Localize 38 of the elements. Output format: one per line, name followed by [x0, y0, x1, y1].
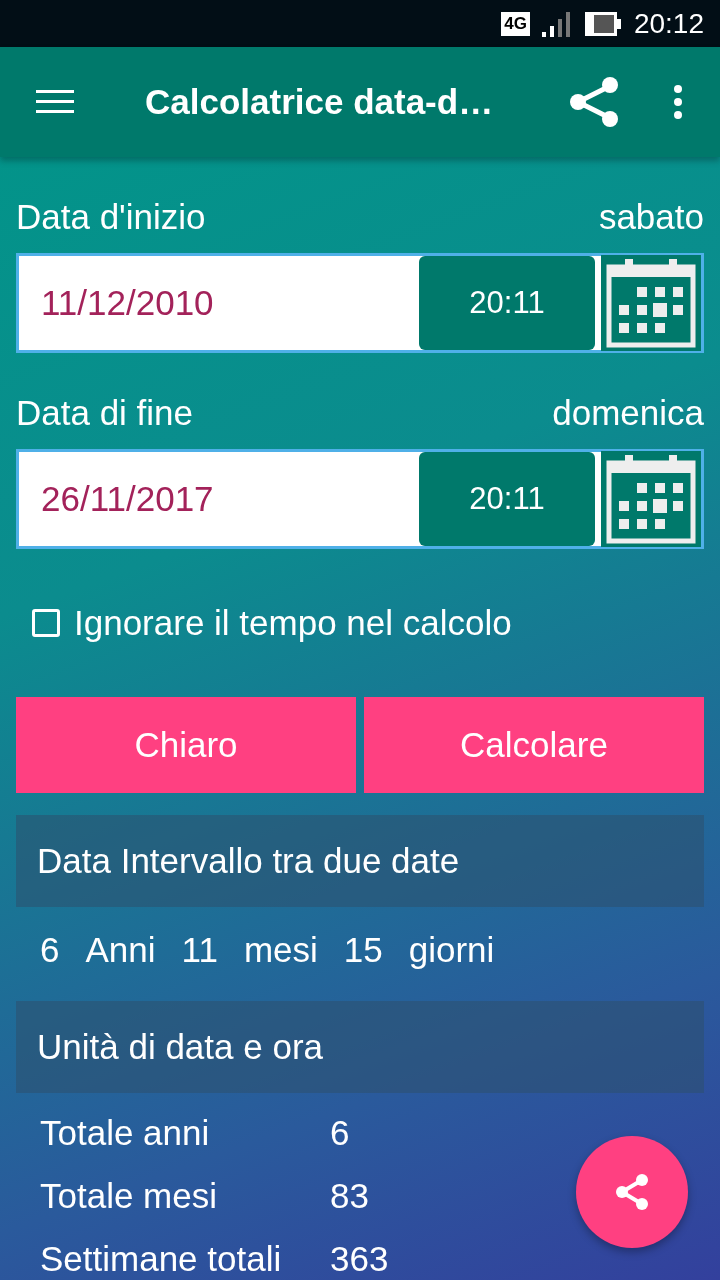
share-fab[interactable] [576, 1136, 688, 1248]
interval-text: 15 [343, 930, 383, 970]
checkbox-label[interactable]: Ignorare il tempo nel calcolo [74, 603, 512, 643]
clear-button[interactable]: Chiaro [16, 697, 356, 793]
field-label: Data di fine [16, 393, 194, 433]
interval-text: Anni [85, 930, 156, 970]
calendar-icon[interactable] [601, 451, 701, 547]
share-icon[interactable] [568, 76, 620, 129]
clock: 20:12 [633, 7, 704, 40]
interval-text: 6 [40, 930, 60, 970]
app-title: Calcolatrice data-d… [145, 82, 494, 123]
checkbox[interactable] [32, 609, 60, 637]
section-header: Unità di data e ora [16, 1001, 704, 1093]
network-icon: 4G [501, 11, 530, 36]
time-button[interactable]: 20:11 [419, 256, 595, 350]
date-field[interactable]: 26/11/2017 20:11 [16, 449, 704, 549]
field-label: Data d'inizio [16, 197, 206, 237]
unit-value: 363 [330, 1238, 389, 1279]
interval-text: 11 [181, 930, 218, 970]
unit-label: Totale mesi [40, 1175, 219, 1216]
interval-text: giorni [408, 930, 495, 970]
unit-label: Settimane totali [40, 1238, 283, 1279]
interval-text: mesi [243, 930, 318, 970]
calculate-button[interactable]: Calcolare [364, 697, 704, 793]
unit-value: 83 [330, 1175, 369, 1216]
calendar-icon[interactable] [601, 255, 701, 351]
unit-label: Totale anni [40, 1112, 211, 1153]
date-value: 26/11/2017 [41, 479, 215, 519]
more-icon[interactable] [672, 84, 684, 121]
weekday-label: domenica [552, 393, 704, 433]
weekday-label: sabato [598, 197, 704, 237]
signal-icon [541, 9, 572, 38]
section-header: Data Intervallo tra due date [16, 815, 704, 907]
unit-value: 6 [330, 1112, 350, 1153]
date-field[interactable]: 11/12/2010 20:11 [16, 253, 704, 353]
battery-icon [583, 10, 622, 37]
date-value: 11/12/2010 [41, 283, 215, 323]
time-button[interactable]: 20:11 [419, 452, 595, 546]
